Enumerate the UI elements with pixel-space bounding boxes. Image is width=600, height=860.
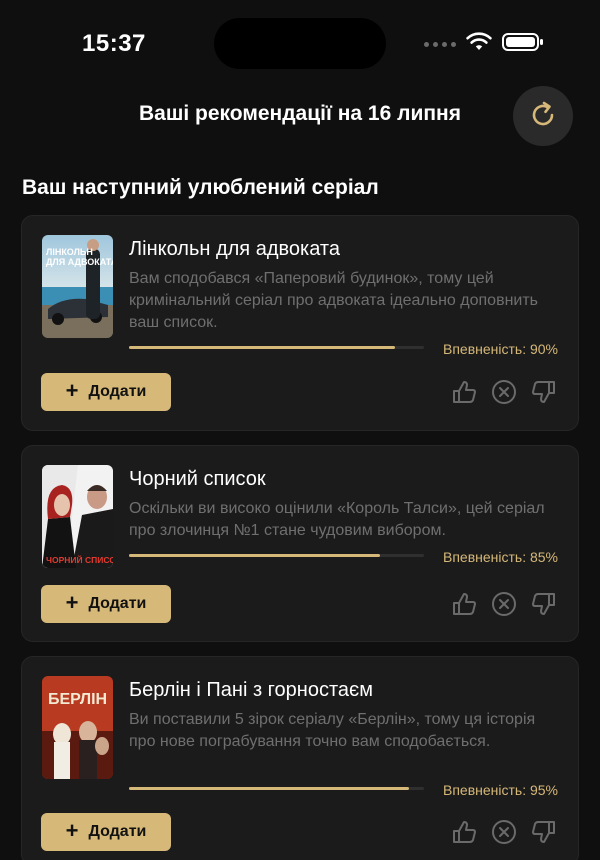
poster-image[interactable]: ЧОРНИЙ СПИСОК bbox=[42, 465, 113, 568]
show-title[interactable]: Берлін і Пані з горностаєм bbox=[129, 679, 373, 702]
recommendation-card: ЛІНКОЛЬН ДЛЯ АДВОКАТА Лінкольн для адвок… bbox=[21, 215, 579, 431]
status-time: 15:37 bbox=[82, 30, 146, 57]
plus-icon: + bbox=[65, 378, 79, 403]
status-icons bbox=[424, 31, 544, 57]
refresh-icon bbox=[527, 98, 559, 135]
dismiss-icon[interactable] bbox=[490, 590, 518, 618]
confidence-label: Впевненість: 85% bbox=[442, 549, 558, 565]
wifi-icon bbox=[466, 31, 492, 57]
section-title: Ваш наступний улюблений серіал bbox=[22, 176, 379, 199]
recommendation-list: ЛІНКОЛЬН ДЛЯ АДВОКАТА Лінкольн для адвок… bbox=[21, 215, 579, 860]
add-button[interactable]: + Додати bbox=[41, 585, 171, 623]
recommendation-card: БЕРЛІН Берлін і Пані з горностаєм Ви пос… bbox=[21, 656, 579, 860]
plus-icon: + bbox=[65, 818, 79, 843]
feedback-actions bbox=[450, 378, 558, 406]
thumbs-down-icon[interactable] bbox=[530, 378, 558, 406]
thumbs-up-icon[interactable] bbox=[450, 378, 478, 406]
status-bar: 15:37 bbox=[0, 0, 600, 90]
confidence-bar-fill bbox=[129, 787, 410, 790]
refresh-button[interactable] bbox=[513, 86, 573, 146]
poster-image[interactable]: ЛІНКОЛЬН ДЛЯ АДВОКАТА bbox=[42, 235, 113, 338]
thumbs-down-icon[interactable] bbox=[530, 590, 558, 618]
feedback-actions bbox=[450, 818, 558, 846]
thumbs-up-icon[interactable] bbox=[450, 818, 478, 846]
page-title: Ваші рекомендації на 16 липня bbox=[139, 102, 461, 125]
dynamic-island bbox=[214, 18, 386, 69]
feedback-actions bbox=[450, 590, 558, 618]
show-description: Ви поставили 5 зірок серіалу «Берлін», т… bbox=[129, 711, 536, 750]
confidence-bar-fill bbox=[129, 346, 395, 349]
poster-title-text: ЛІНКОЛЬН bbox=[46, 247, 93, 257]
add-button-label: Додати bbox=[88, 823, 147, 840]
confidence-bar bbox=[129, 346, 424, 349]
confidence-bar-fill bbox=[129, 554, 380, 557]
confidence-bar bbox=[129, 554, 424, 557]
add-button[interactable]: + Додати bbox=[41, 813, 171, 851]
thumbs-down-icon[interactable] bbox=[530, 818, 558, 846]
add-button[interactable]: + Додати bbox=[41, 373, 171, 411]
dismiss-icon[interactable] bbox=[490, 378, 518, 406]
poster-title-text: ЧОРНИЙ СПИСОК bbox=[46, 554, 113, 565]
poster-image[interactable]: БЕРЛІН bbox=[42, 676, 113, 779]
show-description: Вам сподобався «Паперовий будинок», тому… bbox=[129, 270, 539, 331]
thumbs-up-icon[interactable] bbox=[450, 590, 478, 618]
add-button-label: Додати bbox=[88, 383, 147, 400]
confidence-label: Впевненість: 90% bbox=[442, 341, 558, 357]
show-description: Оскільки ви високо оцінили «Король Талси… bbox=[129, 500, 545, 539]
poster-title-text: БЕРЛІН bbox=[48, 691, 107, 708]
battery-icon bbox=[502, 32, 544, 57]
add-button-label: Додати bbox=[88, 595, 147, 612]
confidence-label: Впевненість: 95% bbox=[442, 782, 558, 798]
dismiss-icon[interactable] bbox=[490, 818, 518, 846]
recommendation-card: ЧОРНИЙ СПИСОК Чорний список Оскільки ви … bbox=[21, 445, 579, 642]
confidence-bar bbox=[129, 787, 424, 790]
signal-icon bbox=[424, 41, 456, 47]
show-title[interactable]: Чорний список bbox=[129, 468, 266, 491]
plus-icon: + bbox=[65, 590, 79, 615]
svg-text:ДЛЯ АДВОКАТА: ДЛЯ АДВОКАТА bbox=[46, 257, 113, 267]
show-title[interactable]: Лінкольн для адвоката bbox=[129, 238, 340, 261]
